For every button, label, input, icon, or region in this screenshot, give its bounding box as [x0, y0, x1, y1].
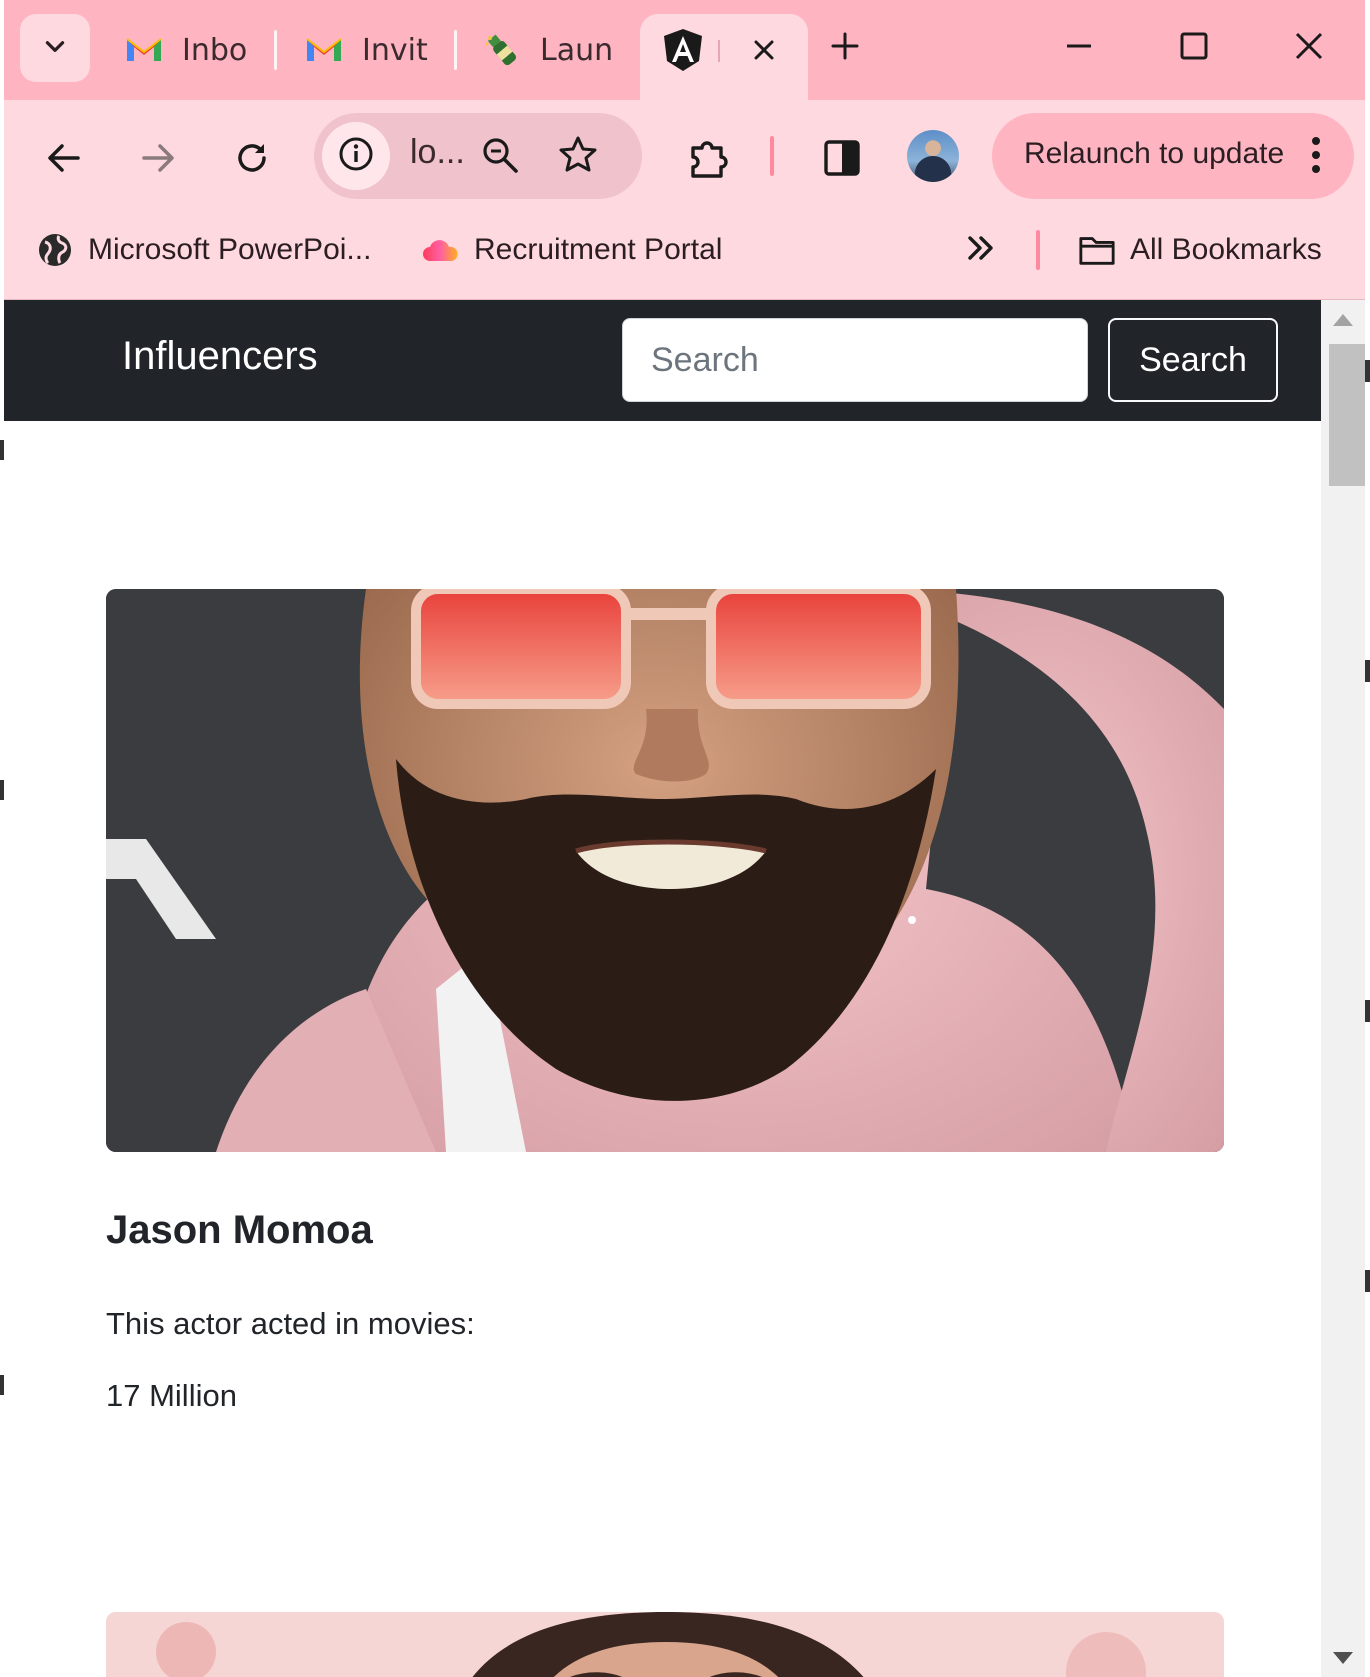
- search-input[interactable]: [622, 318, 1088, 402]
- tab-title: Inbo: [182, 32, 248, 68]
- address-bar[interactable]: lo...: [314, 113, 642, 199]
- close-window-button[interactable]: [1281, 20, 1337, 76]
- side-panel-button[interactable]: [812, 130, 872, 190]
- bookmark-label: Microsoft PowerPoi...: [88, 233, 372, 266]
- site-navbar: Influencers Search: [4, 300, 1321, 421]
- tab-close-icon[interactable]: [742, 28, 786, 72]
- scroll-down-arrow-icon[interactable]: [1333, 1652, 1353, 1664]
- tab-title-fade: [718, 40, 720, 62]
- extensions-button[interactable]: [679, 130, 739, 190]
- bookmark-label: Recruitment Portal: [474, 233, 723, 266]
- tab-title: Laun: [540, 32, 612, 68]
- cloud-icon: [422, 231, 460, 269]
- chevron-double-right-icon: [966, 234, 996, 266]
- champagne-icon: [482, 30, 522, 70]
- zoom-icon[interactable]: [480, 135, 520, 179]
- puzzle-icon: [687, 136, 731, 184]
- bookmark-powerpoint[interactable]: Microsoft PowerPoi...: [36, 230, 371, 270]
- tab-inbox[interactable]: Inbo: [124, 14, 254, 86]
- background-page-edge: [1365, 0, 1370, 1677]
- angular-icon: [662, 28, 704, 76]
- maximize-button[interactable]: [1166, 20, 1222, 76]
- reload-icon: [234, 140, 270, 180]
- bookmarks-separator: [1036, 230, 1040, 270]
- search-button[interactable]: Search: [1108, 318, 1278, 402]
- gmail-icon: [304, 30, 344, 70]
- tab-active-angular[interactable]: [640, 14, 808, 102]
- browser-window: Inbo Invit Laun lo... Relaunch to update…: [4, 0, 1365, 1677]
- tab-launch[interactable]: Laun: [482, 14, 612, 86]
- minimize-button[interactable]: [1051, 20, 1107, 76]
- influencer-description: This actor acted in movies:: [106, 1306, 475, 1341]
- influencer-photo: [106, 1612, 1224, 1677]
- maximize-icon: [1180, 32, 1208, 64]
- back-button[interactable]: [34, 130, 94, 190]
- tab-separator: [454, 30, 457, 70]
- influencer-photo: [106, 589, 1224, 1152]
- chevron-down-icon: [42, 33, 68, 63]
- close-icon: [1295, 32, 1323, 64]
- arrow-left-icon: [46, 140, 82, 180]
- tab-strip: Inbo Invit Laun: [4, 0, 1365, 102]
- all-bookmarks-label: All Bookmarks: [1130, 233, 1322, 266]
- folder-icon: [1078, 231, 1116, 269]
- site-info-button[interactable]: [322, 122, 390, 190]
- new-tab-button[interactable]: [817, 20, 873, 76]
- arrow-right-icon: [140, 140, 176, 180]
- page-viewport: Influencers Search Search Jason Momoa Th…: [4, 300, 1321, 1677]
- forward-button[interactable]: [128, 130, 188, 190]
- info-icon: [338, 136, 374, 176]
- tab-separator: [274, 30, 277, 70]
- all-bookmarks-button[interactable]: All Bookmarks: [1078, 230, 1322, 270]
- reload-button[interactable]: [222, 130, 282, 190]
- tab-search-button[interactable]: [20, 14, 90, 82]
- page-scrollbar[interactable]: [1321, 300, 1365, 1677]
- tab-invite[interactable]: Invit: [304, 14, 434, 86]
- brand-title[interactable]: Influencers: [122, 334, 318, 379]
- scrollbar-thumb[interactable]: [1329, 344, 1365, 486]
- gmail-icon: [124, 30, 164, 70]
- minimize-icon: [1065, 32, 1093, 64]
- address-text[interactable]: lo...: [410, 133, 465, 172]
- scroll-up-arrow-icon[interactable]: [1333, 314, 1353, 326]
- toolbar-separator: [770, 136, 774, 176]
- profile-avatar[interactable]: [907, 130, 959, 182]
- relaunch-button[interactable]: Relaunch to update: [992, 113, 1354, 199]
- bookmark-recruitment-portal[interactable]: Recruitment Portal: [422, 230, 722, 270]
- more-menu-icon[interactable]: [1288, 127, 1344, 183]
- bookmarks-overflow-button[interactable]: [954, 226, 1008, 274]
- tab-title: Invit: [362, 32, 428, 68]
- bookmark-star-icon[interactable]: [558, 135, 598, 179]
- influencer-name: Jason Momoa: [106, 1208, 373, 1252]
- plus-icon: [831, 32, 859, 64]
- influencer-followers: 17 Million: [106, 1378, 237, 1413]
- relaunch-label: Relaunch to update: [1024, 137, 1285, 170]
- side-panel-icon: [822, 138, 862, 182]
- globe-icon: [36, 231, 74, 269]
